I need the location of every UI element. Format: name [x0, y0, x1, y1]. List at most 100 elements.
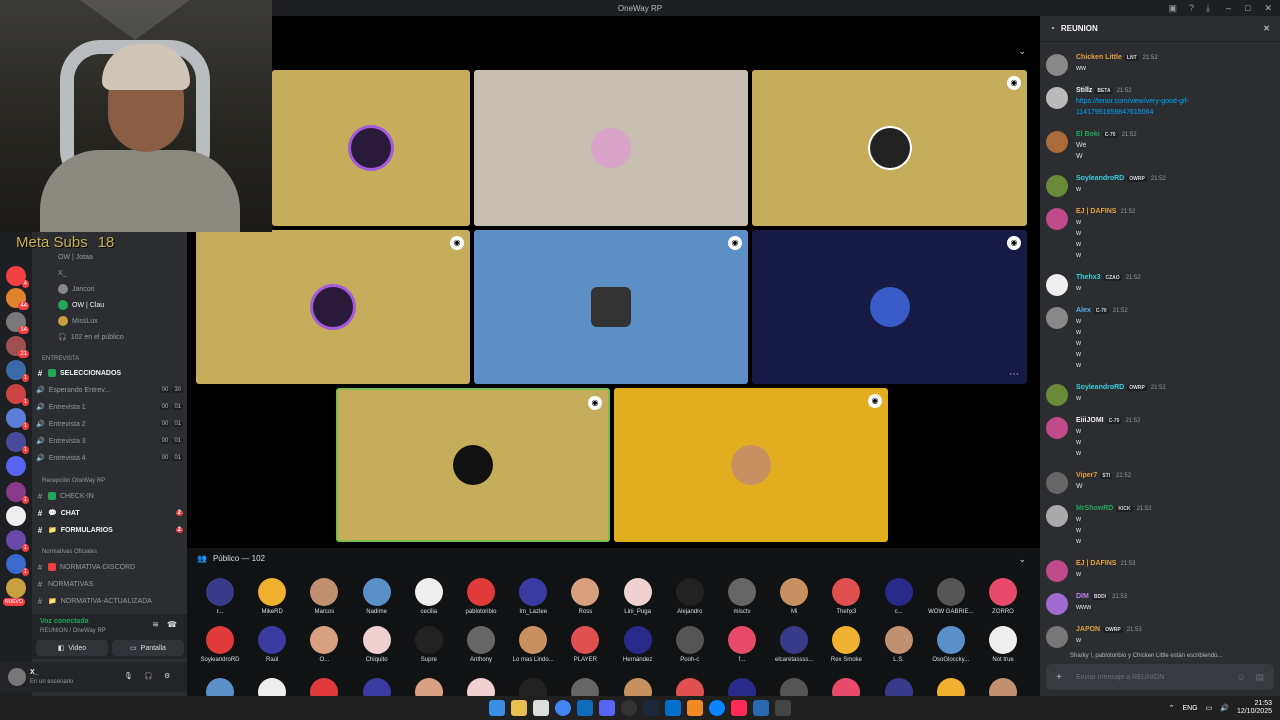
audience-member[interactable]: WOW GABRIE...: [926, 578, 976, 615]
stage-icon[interactable]: ◉: [868, 394, 882, 408]
server-icon[interactable]: 1: [6, 482, 29, 504]
stage-user[interactable]: X_: [36, 266, 183, 280]
edge-icon[interactable]: [709, 700, 725, 716]
chat-author[interactable]: Chicken Little LNT 21:52: [1076, 54, 1158, 61]
server-icon[interactable]: [6, 456, 26, 476]
chat-author[interactable]: SoyleandroRD OWRP 21:52: [1076, 384, 1166, 391]
outlook-icon[interactable]: [577, 700, 593, 716]
audience-member[interactable]: Pooh-c: [665, 626, 715, 663]
avatar[interactable]: [1046, 307, 1068, 329]
category-entrevista[interactable]: ENTREVISTA: [42, 356, 79, 362]
stage-user[interactable]: OW | Jotaa: [36, 250, 183, 264]
audience-member[interactable]: OsoGloccky...: [926, 626, 976, 663]
headphones-icon[interactable]: 🎧: [144, 672, 153, 680]
chat-author[interactable]: DIM BDDI 21:53: [1076, 593, 1127, 600]
server-icon[interactable]: 4: [6, 266, 29, 288]
help-icon[interactable]: ?: [1189, 0, 1194, 16]
avatar[interactable]: [1046, 560, 1068, 582]
app-icon[interactable]: [687, 700, 703, 716]
playstation-icon[interactable]: [665, 700, 681, 716]
server-icon[interactable]: 1: [6, 530, 29, 552]
chat-author[interactable]: Thehx3 CZAO 21:52: [1076, 274, 1141, 281]
audience-member[interactable]: pablotoribio: [456, 578, 506, 615]
server-icon[interactable]: 21: [6, 336, 29, 358]
server-icon[interactable]: [6, 506, 26, 526]
stage-icon[interactable]: ◉: [588, 396, 602, 410]
obs-icon[interactable]: [621, 700, 637, 716]
category-normativas[interactable]: Normativas Oficiales: [42, 549, 97, 555]
waveform-icon[interactable]: ≋: [152, 620, 159, 629]
steam-icon[interactable]: [643, 700, 659, 716]
microphone-icon[interactable]: 🎙: [124, 672, 133, 680]
audience-member[interactable]: c...: [874, 578, 924, 615]
server-icon[interactable]: [6, 578, 26, 598]
chat-input[interactable]: + Enviar mensaje a REUNION ☺ ▤: [1046, 664, 1274, 690]
audience-member[interactable]: Not true: [978, 626, 1028, 663]
audience-member[interactable]: Hernández: [613, 626, 663, 663]
avatar[interactable]: [1046, 384, 1068, 406]
avatar[interactable]: [1046, 274, 1068, 296]
stage-user[interactable]: OW | Clau: [36, 298, 183, 312]
audience-member[interactable]: cecilia: [404, 578, 454, 615]
audience-member[interactable]: L.S.: [874, 626, 924, 663]
avatar[interactable]: [1046, 472, 1068, 494]
emoji-icon[interactable]: ☺: [1237, 672, 1246, 682]
channel-seleccionados[interactable]: # SELECCIONADOS: [36, 366, 183, 380]
voice-channel[interactable]: 🔊 Esperando Entrev... 00 30: [36, 383, 183, 397]
audience-member[interactable]: Raúl: [247, 626, 297, 663]
channel-normativas[interactable]: # NORMATIVAS: [36, 577, 183, 591]
speaker-tile[interactable]: ◉: [196, 230, 470, 384]
more-icon[interactable]: ⋯: [1009, 369, 1019, 380]
audience-member[interactable]: PLAYER: [560, 626, 610, 663]
audience-member[interactable]: Rex Smoke: [821, 626, 871, 663]
audience-member[interactable]: MikeRD: [247, 578, 297, 615]
server-icon[interactable]: 14: [6, 312, 29, 334]
avatar[interactable]: [1046, 87, 1068, 109]
server-icon[interactable]: 1: [6, 554, 29, 576]
server-icon[interactable]: 1: [6, 408, 29, 430]
server-icon[interactable]: 1: [6, 384, 29, 406]
tiktok-icon[interactable]: [731, 700, 747, 716]
chevron-up-icon[interactable]: ⌃: [1169, 704, 1175, 712]
voice-channel[interactable]: 🔊 Entrevista 2 00 01: [36, 417, 183, 431]
audience-member[interactable]: Nadime: [352, 578, 402, 615]
stage-icon[interactable]: ◉: [450, 236, 464, 250]
stage-icon[interactable]: ◉: [1007, 76, 1021, 90]
chat-author[interactable]: Alex C-70 21:52: [1076, 307, 1128, 314]
audience-member[interactable]: Mi: [769, 578, 819, 615]
speaker-tile[interactable]: [474, 70, 748, 226]
category-recepcion[interactable]: Recepción OneWay RP: [42, 478, 105, 484]
gif-icon[interactable]: ▤: [1255, 672, 1264, 683]
close-window-icon[interactable]: ✕: [1264, 0, 1272, 16]
avatar[interactable]: [1046, 417, 1068, 439]
audience-member[interactable]: misctv: [717, 578, 767, 615]
chat-author[interactable]: JAPON OWRP 21:53: [1076, 626, 1142, 633]
speaker-tile[interactable]: ◉: [474, 230, 748, 384]
chat-author[interactable]: El Boki C-70 21:52: [1076, 131, 1137, 138]
chat-author[interactable]: MrShowRD KICK 21:52: [1076, 505, 1152, 512]
stage-user[interactable]: Jancori: [36, 282, 183, 296]
minimize-icon[interactable]: –: [1226, 0, 1231, 16]
maximize-icon[interactable]: □: [1245, 0, 1250, 16]
network-icon[interactable]: ▭: [1206, 704, 1213, 712]
app-icon[interactable]: [753, 700, 769, 716]
channel-formularios[interactable]: # 📁 FORMULARIOS 2: [36, 523, 183, 537]
speaker-tile[interactable]: ◉: [614, 388, 888, 542]
discord-icon[interactable]: [599, 700, 615, 716]
server-icon[interactable]: 1: [6, 432, 29, 454]
audience-member[interactable]: Ross: [560, 578, 610, 615]
windows-start-icon[interactable]: [489, 700, 505, 716]
audience-member[interactable]: O...: [299, 626, 349, 663]
chat-author[interactable]: Stillz BETA 21:52: [1076, 87, 1132, 94]
audience-member[interactable]: Supre: [404, 626, 454, 663]
avatar[interactable]: [1046, 505, 1068, 527]
channel-chat[interactable]: # 💬 CHAT 2: [36, 506, 183, 520]
server-icon[interactable]: 1: [6, 360, 29, 382]
chrome-icon[interactable]: [555, 700, 571, 716]
inbox-icon[interactable]: ▣: [1168, 0, 1177, 16]
file-explorer-icon[interactable]: [511, 700, 527, 716]
audience-member[interactable]: Lo mas Lindo...: [508, 626, 558, 663]
settings-icon[interactable]: ⚙: [164, 672, 170, 680]
avatar[interactable]: [8, 668, 26, 686]
stage-icon[interactable]: ◉: [728, 236, 742, 250]
